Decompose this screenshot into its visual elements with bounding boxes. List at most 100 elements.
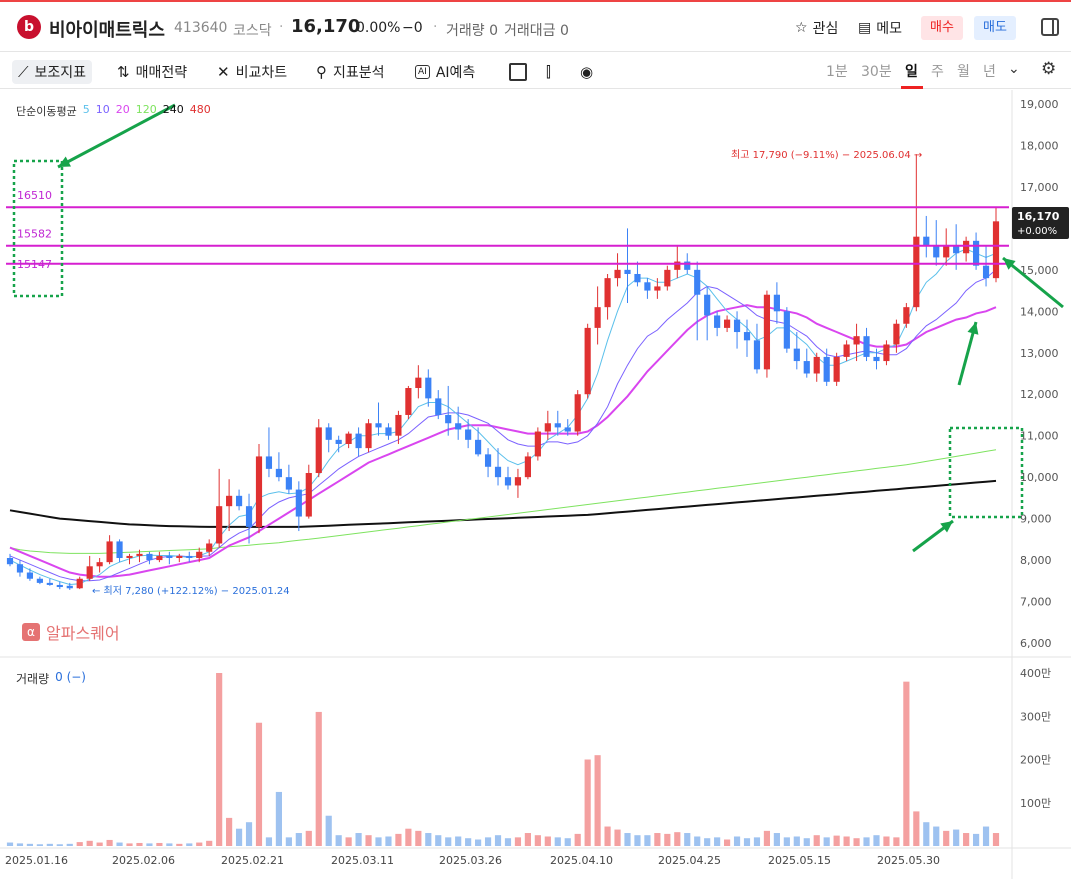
volume-bar xyxy=(335,835,342,846)
volume-bar xyxy=(773,833,780,846)
candle-body xyxy=(664,269,671,287)
candle-body xyxy=(963,240,970,254)
volume-bar xyxy=(823,837,830,846)
annotation-box-right xyxy=(948,426,1024,519)
timeframe-month[interactable]: 월 xyxy=(957,61,970,81)
company-logo: b xyxy=(17,15,41,39)
candle-body xyxy=(345,433,352,444)
sell-button[interactable]: 매도 xyxy=(974,16,1016,40)
time-tick-label: 2025.04.25 xyxy=(658,854,721,867)
time-tick-label: 2025.05.30 xyxy=(877,854,940,867)
candle-body xyxy=(355,433,362,449)
volume-bar xyxy=(584,759,591,846)
volume-bar xyxy=(524,833,531,846)
candle-body xyxy=(445,414,452,424)
volume-bar xyxy=(345,837,352,846)
buy-button[interactable]: 매수 xyxy=(921,16,963,40)
volume-bar xyxy=(86,840,93,846)
volume-bar xyxy=(395,833,402,846)
candle-body xyxy=(186,555,193,559)
candle-body xyxy=(992,221,1000,279)
indicator-button[interactable]: ⟋ 보조지표 xyxy=(12,60,93,84)
volume-bar xyxy=(544,836,551,846)
candle-body xyxy=(66,585,73,589)
volume-bar xyxy=(624,833,631,846)
side-panel-toggle-icon[interactable] xyxy=(1041,18,1059,36)
candle-body xyxy=(614,269,621,279)
volume-bar xyxy=(6,842,14,846)
volume-bar xyxy=(76,842,83,846)
watermark-text: 알파스퀘어 xyxy=(46,624,120,643)
volume-bar xyxy=(574,833,581,846)
candle-body xyxy=(534,431,541,457)
timeframe-1min[interactable]: 1분 xyxy=(826,61,848,81)
volume-bar xyxy=(255,722,263,846)
memo-button[interactable]: ▤ 메모 xyxy=(858,18,902,38)
ma480-label: 480 xyxy=(189,103,211,116)
candle-type-button[interactable]: ⫿ xyxy=(546,60,551,84)
settings-gear-icon[interactable]: ⚙ xyxy=(1041,59,1056,79)
ai-predict-button[interactable]: AI AI예측 xyxy=(415,60,475,84)
candle-body xyxy=(385,427,392,436)
timeframe-day[interactable]: 일 xyxy=(905,61,918,81)
volume-bar xyxy=(743,838,751,846)
volume-bar xyxy=(196,842,203,846)
memo-icon: ▤ xyxy=(858,20,872,36)
strategy-button[interactable]: ⇅ 매매전략 xyxy=(117,60,187,84)
alphasquare-watermark: α 알파스퀘어 xyxy=(22,620,120,644)
volume-bar xyxy=(206,840,213,846)
volume-tick-label: 100만 xyxy=(1020,797,1051,810)
volume-bar xyxy=(674,832,681,846)
candle-body xyxy=(943,244,950,258)
candle-body xyxy=(76,578,83,589)
draw-box-button[interactable] xyxy=(509,60,527,84)
ai-predict-label: AI예측 xyxy=(435,65,476,81)
volume-bar xyxy=(355,833,362,846)
volume-bar xyxy=(106,839,113,846)
camera-icon: ◉ xyxy=(580,63,594,81)
volume-bar xyxy=(116,842,123,846)
chevron-down-icon[interactable]: ⌄ xyxy=(1008,61,1020,77)
time-tick-label: 2025.02.21 xyxy=(221,854,284,867)
screenshot-button[interactable]: ◉ xyxy=(580,60,593,84)
candle-body xyxy=(126,555,133,559)
volume-label: 거래량 0 xyxy=(446,23,498,39)
volume-bar xyxy=(46,843,53,846)
candle-body xyxy=(982,265,990,279)
candle-body xyxy=(893,323,900,345)
volume-bar xyxy=(992,833,1000,846)
timeframe-year[interactable]: 년 xyxy=(983,61,996,81)
candle-body xyxy=(235,495,243,507)
timeframe-week[interactable]: 주 xyxy=(931,61,944,81)
volume-bar xyxy=(923,822,930,846)
volume-bar xyxy=(375,837,382,846)
candle-body xyxy=(644,282,651,291)
volume-bar xyxy=(724,839,731,846)
strategy-label: 매매전략 xyxy=(135,65,188,81)
analysis-button[interactable]: ⚲ 지표분석 xyxy=(316,60,385,84)
candle-body xyxy=(923,236,930,245)
candle-body xyxy=(803,361,810,374)
price-tick-label: 9,000 xyxy=(1020,513,1052,526)
stock-header: b 비아이매트릭스 413640 코스닥 · 16,170 0.00% −0 ·… xyxy=(0,0,1071,52)
price-tick-label: 19,000 xyxy=(1020,98,1059,111)
volume-bar xyxy=(484,837,492,846)
volume-bar xyxy=(763,830,771,846)
ma20-label: 20 xyxy=(115,103,130,116)
timeframe-30min[interactable]: 30분 xyxy=(861,61,892,81)
compare-button[interactable]: ✕ 비교차트 xyxy=(217,60,287,84)
stock-name[interactable]: 비아이매트릭스 xyxy=(49,16,165,42)
candle-body xyxy=(325,427,332,440)
volume-bar xyxy=(903,681,910,846)
candle-body xyxy=(494,466,502,478)
watchlist-button[interactable]: ☆ 관심 xyxy=(795,18,838,38)
candle-body xyxy=(484,454,492,467)
price-chart[interactable]: 19,00018,00017,00016,00015,00014,00013,0… xyxy=(0,90,1071,879)
candle-body xyxy=(315,427,322,474)
volume-bar xyxy=(883,836,890,846)
volume-bar xyxy=(833,835,840,846)
candle-body xyxy=(594,307,601,328)
price-tick-label: 13,000 xyxy=(1020,347,1059,360)
candle-body xyxy=(933,244,940,258)
candle-body xyxy=(86,566,93,579)
